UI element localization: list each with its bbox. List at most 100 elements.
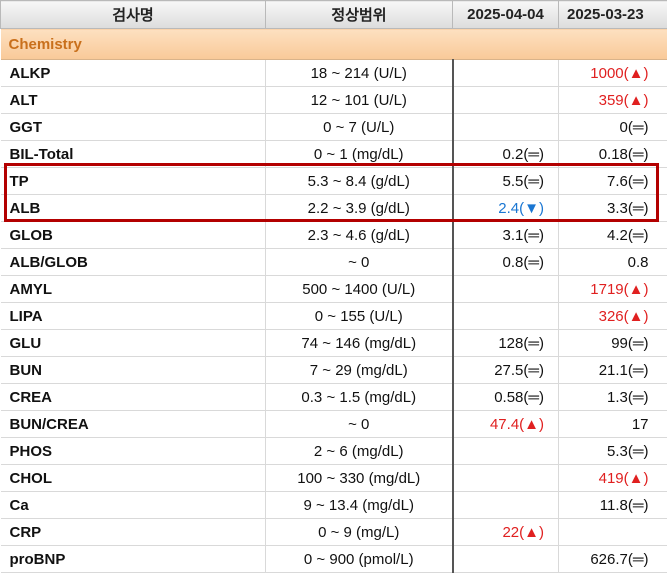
value-2025-03-23-cell: 5.3(═) bbox=[559, 438, 667, 465]
header-test-name[interactable]: 검사명 bbox=[1, 1, 266, 29]
header-date-1[interactable]: 2025-04-04 bbox=[453, 1, 559, 29]
test-name-cell: BIL-Total bbox=[1, 141, 266, 168]
value-2025-04-04-cell bbox=[453, 492, 559, 519]
table-row[interactable]: ALB/GLOB~ 00.8(═)0.8 bbox=[1, 249, 667, 276]
value-2025-04-04-cell bbox=[453, 438, 559, 465]
normal-range-cell: 100 ~ 330 (mg/dL) bbox=[266, 465, 453, 492]
value-2025-03-23-cell: 17 bbox=[559, 411, 667, 438]
value-2025-03-23-cell: 326(▲) bbox=[559, 303, 667, 330]
value-2025-04-04-cell bbox=[453, 87, 559, 114]
normal-range-cell: 0 ~ 900 (pmol/L) bbox=[266, 546, 453, 573]
test-name-cell: ALB bbox=[1, 195, 266, 222]
table-row[interactable]: GLU74 ~ 146 (mg/dL)128(═)99(═) bbox=[1, 330, 667, 357]
value-2025-03-23-cell: 7.6(═) bbox=[559, 168, 667, 195]
normal-range-cell: 9 ~ 13.4 (mg/dL) bbox=[266, 492, 453, 519]
test-name-cell: GGT bbox=[1, 114, 266, 141]
table-row[interactable]: BUN/CREA~ 047.4(▲)17 bbox=[1, 411, 667, 438]
value-2025-04-04-cell: 47.4(▲) bbox=[453, 411, 559, 438]
value-2025-03-23-cell: 1719(▲) bbox=[559, 276, 667, 303]
table-row[interactable]: GLOB2.3 ~ 4.6 (g/dL)3.1(═)4.2(═) bbox=[1, 222, 667, 249]
table-row[interactable]: Ca9 ~ 13.4 (mg/dL)11.8(═) bbox=[1, 492, 667, 519]
category-label: Chemistry bbox=[1, 29, 667, 60]
value-2025-04-04-cell bbox=[453, 465, 559, 492]
normal-range-cell: 0 ~ 1 (mg/dL) bbox=[266, 141, 453, 168]
normal-range-cell: 74 ~ 146 (mg/dL) bbox=[266, 330, 453, 357]
table-row[interactable]: AMYL500 ~ 1400 (U/L) 1719(▲) bbox=[1, 276, 667, 303]
table-row[interactable]: CHOL100 ~ 330 (mg/dL) 419(▲) bbox=[1, 465, 667, 492]
value-2025-04-04-cell bbox=[453, 303, 559, 330]
category-row[interactable]: Chemistry bbox=[1, 29, 667, 60]
test-name-cell: TP bbox=[1, 168, 266, 195]
test-name-cell: ALT bbox=[1, 87, 266, 114]
table-row[interactable]: LIPA0 ~ 155 (U/L) 326(▲) bbox=[1, 303, 667, 330]
test-name-cell: CRP bbox=[1, 519, 266, 546]
normal-range-cell: 2.3 ~ 4.6 (g/dL) bbox=[266, 222, 453, 249]
value-2025-03-23-cell: 3.3(═) bbox=[559, 195, 667, 222]
normal-range-cell: 12 ~ 101 (U/L) bbox=[266, 87, 453, 114]
value-2025-04-04-cell bbox=[453, 60, 559, 87]
table-row[interactable]: CRP0 ~ 9 (mg/L)22(▲) bbox=[1, 519, 667, 546]
normal-range-cell: 18 ~ 214 (U/L) bbox=[266, 60, 453, 87]
value-2025-03-23-cell bbox=[559, 519, 667, 546]
normal-range-cell: 0 ~ 7 (U/L) bbox=[266, 114, 453, 141]
header-date-2[interactable]: 2025-03-23 bbox=[559, 1, 667, 29]
value-2025-03-23-cell: 359(▲) bbox=[559, 87, 667, 114]
normal-range-cell: 0.3 ~ 1.5 (mg/dL) bbox=[266, 384, 453, 411]
value-2025-03-23-cell: 21.1(═) bbox=[559, 357, 667, 384]
test-name-cell: CHOL bbox=[1, 465, 266, 492]
table-row[interactable]: proBNP0 ~ 900 (pmol/L) 626.7(═) bbox=[1, 546, 667, 573]
test-name-cell: ALB/GLOB bbox=[1, 249, 266, 276]
value-2025-03-23-cell: 4.2(═) bbox=[559, 222, 667, 249]
table-row[interactable]: GGT0 ~ 7 (U/L) 0(═) bbox=[1, 114, 667, 141]
normal-range-cell: 2.2 ~ 3.9 (g/dL) bbox=[266, 195, 453, 222]
test-name-cell: ALKP bbox=[1, 60, 266, 87]
table-row[interactable]: PHOS2 ~ 6 (mg/dL) 5.3(═) bbox=[1, 438, 667, 465]
test-name-cell: CREA bbox=[1, 384, 266, 411]
value-2025-04-04-cell bbox=[453, 114, 559, 141]
normal-range-cell: 500 ~ 1400 (U/L) bbox=[266, 276, 453, 303]
value-2025-04-04-cell: 2.4(▼) bbox=[453, 195, 559, 222]
value-2025-04-04-cell: 128(═) bbox=[453, 330, 559, 357]
value-2025-04-04-cell: 0.2(═) bbox=[453, 141, 559, 168]
value-2025-04-04-cell: 27.5(═) bbox=[453, 357, 559, 384]
test-name-cell: proBNP bbox=[1, 546, 266, 573]
value-2025-03-23-cell: 99(═) bbox=[559, 330, 667, 357]
normal-range-cell: 5.3 ~ 8.4 (g/dL) bbox=[266, 168, 453, 195]
normal-range-cell: 2 ~ 6 (mg/dL) bbox=[266, 438, 453, 465]
value-2025-03-23-cell: 626.7(═) bbox=[559, 546, 667, 573]
value-2025-03-23-cell: 1.3(═) bbox=[559, 384, 667, 411]
value-2025-03-23-cell: 0(═) bbox=[559, 114, 667, 141]
value-2025-04-04-cell: 5.5(═) bbox=[453, 168, 559, 195]
test-name-cell: LIPA bbox=[1, 303, 266, 330]
test-name-cell: PHOS bbox=[1, 438, 266, 465]
value-2025-04-04-cell: 0.8(═) bbox=[453, 249, 559, 276]
table-row[interactable]: BUN7 ~ 29 (mg/dL)27.5(═)21.1(═) bbox=[1, 357, 667, 384]
test-name-cell: AMYL bbox=[1, 276, 266, 303]
value-2025-03-23-cell: 0.8 bbox=[559, 249, 667, 276]
table-row[interactable]: CREA0.3 ~ 1.5 (mg/dL)0.58(═)1.3(═) bbox=[1, 384, 667, 411]
normal-range-cell: ~ 0 bbox=[266, 411, 453, 438]
test-name-cell: BUN bbox=[1, 357, 266, 384]
header-normal-range[interactable]: 정상범위 bbox=[266, 1, 453, 29]
test-name-cell: GLOB bbox=[1, 222, 266, 249]
table-row[interactable]: ALKP18 ~ 214 (U/L)1000(▲) bbox=[1, 60, 667, 87]
normal-range-cell: 0 ~ 9 (mg/L) bbox=[266, 519, 453, 546]
value-2025-04-04-cell bbox=[453, 276, 559, 303]
value-2025-04-04-cell: 22(▲) bbox=[453, 519, 559, 546]
normal-range-cell: 0 ~ 155 (U/L) bbox=[266, 303, 453, 330]
table-row[interactable]: BIL-Total0 ~ 1 (mg/dL)0.2(═)0.18(═) bbox=[1, 141, 667, 168]
test-name-cell: BUN/CREA bbox=[1, 411, 266, 438]
table-row[interactable]: TP5.3 ~ 8.4 (g/dL)5.5(═)7.6(═) bbox=[1, 168, 667, 195]
normal-range-cell: 7 ~ 29 (mg/dL) bbox=[266, 357, 453, 384]
value-2025-03-23-cell: 419(▲) bbox=[559, 465, 667, 492]
value-2025-03-23-cell: 0.18(═) bbox=[559, 141, 667, 168]
header-row: 검사명 정상범위 2025-04-04 2025-03-23 bbox=[1, 1, 667, 29]
value-2025-03-23-cell: 11.8(═) bbox=[559, 492, 667, 519]
table-row[interactable]: ALB2.2 ~ 3.9 (g/dL)2.4(▼)3.3(═) bbox=[1, 195, 667, 222]
table-row[interactable]: ALT12 ~ 101 (U/L) 359(▲) bbox=[1, 87, 667, 114]
value-2025-04-04-cell: 3.1(═) bbox=[453, 222, 559, 249]
value-2025-04-04-cell: 0.58(═) bbox=[453, 384, 559, 411]
normal-range-cell: ~ 0 bbox=[266, 249, 453, 276]
lab-results-table: 검사명 정상범위 2025-04-04 2025-03-23 Chemistry… bbox=[0, 0, 667, 573]
test-name-cell: GLU bbox=[1, 330, 266, 357]
